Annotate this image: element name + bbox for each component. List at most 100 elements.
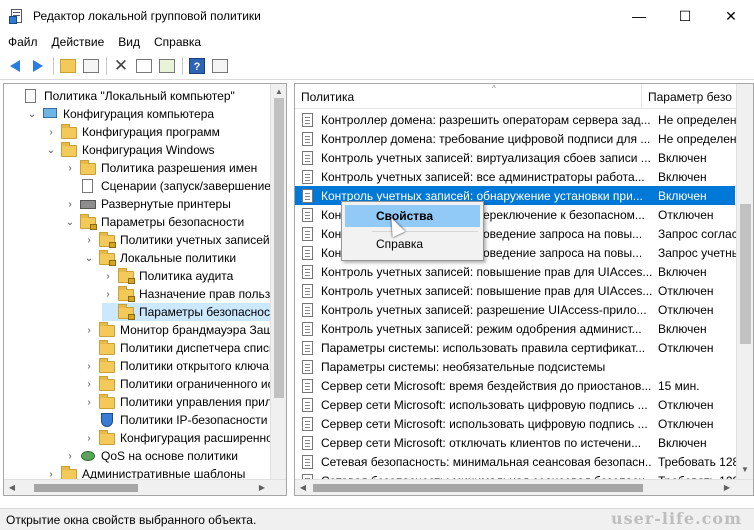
tree-item-label: Назначение прав пользова bbox=[139, 287, 287, 301]
forward-arrow-icon bbox=[33, 60, 43, 72]
collapse-chevron-icon[interactable]: ⌄ bbox=[83, 252, 95, 264]
close-button[interactable]: ✕ bbox=[708, 0, 754, 32]
policy-setting-icon bbox=[300, 397, 316, 412]
properties-toolbar-button[interactable] bbox=[133, 55, 155, 77]
scroll-down-icon[interactable]: ▼ bbox=[737, 462, 753, 478]
export-list-button[interactable] bbox=[156, 55, 178, 77]
list-hscroll-thumb[interactable] bbox=[313, 484, 643, 492]
expand-chevron-icon[interactable]: › bbox=[83, 378, 95, 390]
table-row[interactable]: Контроль учетных записей: повышение прав… bbox=[295, 281, 735, 300]
table-row[interactable]: Сервер сети Microsoft: время бездействия… bbox=[295, 376, 735, 395]
column-header-setting[interactable]: Параметр безо bbox=[642, 84, 738, 109]
tree-item[interactable]: › Политики открытого ключа bbox=[83, 357, 269, 375]
expand-chevron-icon[interactable]: › bbox=[83, 360, 95, 372]
menu-file[interactable]: Файл bbox=[2, 32, 44, 52]
tree-item[interactable]: ⌄ Локальные политики bbox=[83, 249, 236, 267]
table-row[interactable]: Контроль учетных записей: повышение прав… bbox=[295, 262, 735, 281]
policy-list[interactable]: Политика ^ Параметр безо Контроллер доме… bbox=[294, 83, 754, 496]
delete-button[interactable]: ✕ bbox=[110, 55, 132, 77]
scroll-left-icon[interactable]: ◀ bbox=[295, 480, 311, 495]
policy-setting-icon bbox=[300, 454, 316, 469]
table-row[interactable]: Контроль учетных записей: все администра… bbox=[295, 167, 735, 186]
expand-chevron-icon[interactable]: › bbox=[45, 126, 57, 138]
scroll-right-icon[interactable]: ▶ bbox=[254, 480, 270, 495]
menu-help[interactable]: Справка bbox=[148, 32, 207, 52]
menu-action[interactable]: Действие bbox=[46, 32, 111, 52]
watermark: user-life.com bbox=[610, 509, 742, 528]
tree-horizontal-scrollbar[interactable]: ◀ ▶ bbox=[4, 479, 286, 495]
tree-scroll-thumb[interactable] bbox=[274, 98, 284, 398]
tree-item[interactable]: › Конфигурация расширенной п bbox=[83, 429, 286, 447]
scroll-right-icon[interactable]: ▶ bbox=[719, 480, 735, 495]
tree-item[interactable]: › Развернутые принтеры bbox=[64, 195, 231, 213]
policy-name: Параметры системы: использовать правила … bbox=[321, 340, 646, 355]
tree-item[interactable]: Политики IP-безопасности на bbox=[83, 411, 284, 429]
table-row[interactable]: Параметры системы: использовать правила … bbox=[295, 338, 735, 357]
tree-item[interactable]: Параметры безопасности bbox=[102, 303, 283, 321]
minimize-button[interactable]: — bbox=[616, 0, 662, 32]
table-row[interactable]: Контроллер домена: требование цифровой п… bbox=[295, 129, 743, 148]
context-properties-item[interactable]: Свойства bbox=[345, 205, 480, 227]
table-row[interactable]: Сервер сети Microsoft: отключать клиенто… bbox=[295, 433, 735, 452]
tree-item[interactable]: › Политики учетных записей bbox=[83, 231, 270, 249]
expand-chevron-icon[interactable]: › bbox=[83, 432, 95, 444]
show-tree-button[interactable] bbox=[80, 55, 102, 77]
policy-name: Контроль учетных записей: виртуализация … bbox=[321, 150, 651, 165]
scroll-left-icon[interactable]: ◀ bbox=[4, 480, 20, 495]
back-button[interactable] bbox=[4, 55, 26, 77]
collapse-chevron-icon[interactable]: ⌄ bbox=[64, 216, 76, 228]
table-row[interactable]: Сервер сети Microsoft: использовать цифр… bbox=[295, 414, 735, 433]
up-level-button[interactable] bbox=[57, 55, 79, 77]
tree-vertical-scrollbar[interactable]: ▲ bbox=[270, 84, 286, 479]
menu-view[interactable]: Вид bbox=[112, 32, 146, 52]
forward-button[interactable] bbox=[27, 55, 49, 77]
expand-chevron-icon[interactable]: › bbox=[64, 450, 76, 462]
tree-item[interactable]: › Конфигурация программ bbox=[45, 123, 220, 141]
console-tree[interactable]: Политика "Локальный компьютер" ⌄ Конфигура… bbox=[3, 83, 287, 496]
context-help-item[interactable]: Справка bbox=[345, 233, 480, 255]
tree-item[interactable]: › Политики управления прилож bbox=[83, 393, 286, 411]
list-horizontal-scrollbar[interactable]: ◀ ▶ bbox=[295, 479, 753, 495]
tree-item-label: Конфигурация Windows bbox=[82, 143, 215, 157]
maximize-button[interactable]: ☐ bbox=[662, 0, 708, 32]
tree-item[interactable]: Политики диспетчера списка с bbox=[83, 339, 286, 357]
tree-item[interactable]: › QoS на основе политики bbox=[64, 447, 238, 465]
tree-item[interactable]: › Назначение прав пользова bbox=[102, 285, 287, 303]
expand-chevron-icon[interactable]: › bbox=[64, 198, 76, 210]
table-row[interactable]: Контроль учетных записей: разрешение UIA… bbox=[295, 300, 735, 319]
tree-item[interactable]: ⌄ Конфигурация компьютера bbox=[26, 105, 214, 123]
expand-chevron-icon[interactable]: › bbox=[64, 162, 76, 174]
table-row[interactable]: Сетевая безопасность: минимальная сеансо… bbox=[295, 452, 743, 471]
table-row[interactable]: Контроль учетных записей: виртуализация … bbox=[295, 148, 735, 167]
help-question-icon: ? bbox=[189, 58, 205, 74]
help-toolbar-button[interactable]: ? bbox=[186, 55, 208, 77]
tree-item[interactable]: Сценарии (запуск/завершение) bbox=[64, 177, 275, 195]
tree-item[interactable]: Политика "Локальный компьютер" bbox=[7, 87, 235, 105]
show-action-pane-button[interactable] bbox=[209, 55, 231, 77]
collapse-chevron-icon[interactable]: ⌄ bbox=[26, 108, 38, 120]
expand-chevron-icon[interactable]: › bbox=[83, 324, 95, 336]
tree-item[interactable]: ⌄ Конфигурация Windows bbox=[45, 141, 215, 159]
table-row[interactable]: Контроллер домена: разрешить операторам … bbox=[295, 110, 743, 129]
expand-chevron-icon[interactable]: › bbox=[83, 396, 95, 408]
expand-chevron-icon[interactable]: › bbox=[102, 288, 114, 300]
list-vertical-scrollbar[interactable]: ▼ bbox=[736, 84, 753, 479]
tree-hscroll-thumb[interactable] bbox=[34, 484, 138, 492]
table-row[interactable]: Параметры системы: необязательные подсис… bbox=[295, 357, 735, 376]
list-scroll-thumb[interactable] bbox=[740, 204, 751, 344]
table-row[interactable]: Сервер сети Microsoft: использовать цифр… bbox=[295, 395, 735, 414]
document-icon bbox=[80, 179, 96, 193]
column-header-policy[interactable]: Политика bbox=[295, 84, 641, 109]
tree-item[interactable]: › Политики ограниченного испо bbox=[83, 375, 286, 393]
tree-item[interactable]: › Политика разрешения имен bbox=[64, 159, 257, 177]
tree-item[interactable]: ⌄ Параметры безопасности bbox=[64, 213, 244, 231]
tree-item[interactable]: › Монитор брандмауэра Защит bbox=[83, 321, 285, 339]
table-row[interactable]: Контроль учетных записей: режим одобрени… bbox=[295, 319, 735, 338]
collapse-chevron-icon[interactable]: ⌄ bbox=[45, 144, 57, 156]
tree-item[interactable]: › Политика аудита bbox=[102, 267, 233, 285]
context-menu: Свойства Справка bbox=[341, 201, 484, 261]
expand-chevron-icon[interactable]: › bbox=[83, 234, 95, 246]
export-icon bbox=[159, 59, 175, 73]
expand-chevron-icon[interactable]: › bbox=[102, 270, 114, 282]
